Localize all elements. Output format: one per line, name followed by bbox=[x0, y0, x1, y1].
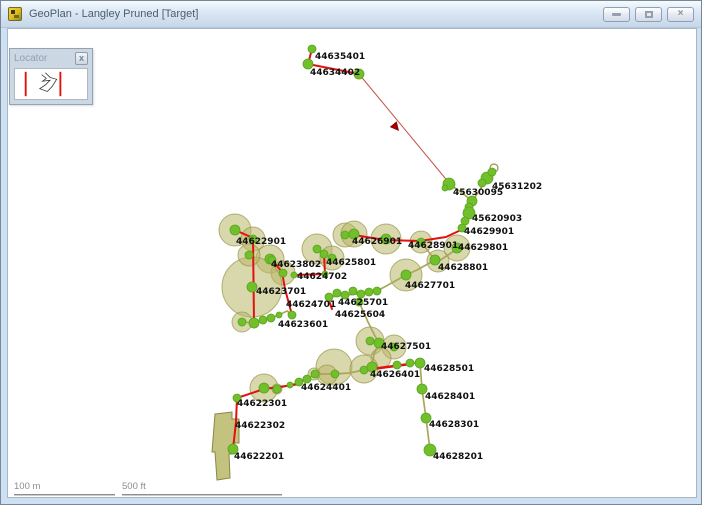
network-node[interactable] bbox=[372, 286, 382, 296]
network-node[interactable] bbox=[302, 374, 312, 384]
geoplan-window: GeoPlan - Langley Pruned [Target] × 4463… bbox=[0, 0, 702, 505]
pipe-selected[interactable] bbox=[358, 73, 451, 185]
network-node[interactable] bbox=[272, 384, 282, 394]
locator-minimap-canvas bbox=[24, 71, 62, 97]
node-label: 44626401 bbox=[370, 370, 420, 380]
network-node[interactable] bbox=[319, 249, 329, 259]
node-label: 44627701 bbox=[405, 281, 455, 291]
network-node[interactable] bbox=[266, 313, 276, 323]
flow-direction-arrow bbox=[389, 121, 399, 131]
node-label: 44622201 bbox=[234, 452, 284, 462]
node-label: 44629901 bbox=[464, 227, 514, 237]
minimize-button[interactable] bbox=[603, 6, 630, 22]
network-node[interactable] bbox=[258, 382, 270, 394]
node-label: 44628501 bbox=[424, 364, 474, 374]
node-label: 44623701 bbox=[256, 287, 306, 297]
network-node[interactable] bbox=[229, 224, 241, 236]
scalebar-imperial-bar bbox=[122, 494, 282, 496]
pipe-selected[interactable] bbox=[252, 237, 255, 324]
title-bar[interactable]: GeoPlan - Langley Pruned [Target] × bbox=[1, 1, 701, 28]
network-node[interactable] bbox=[441, 184, 449, 192]
restore-button[interactable] bbox=[635, 6, 662, 22]
network-node[interactable] bbox=[332, 288, 342, 298]
node-label: 44623802 bbox=[271, 260, 321, 270]
network-node[interactable] bbox=[287, 310, 297, 320]
network-node[interactable] bbox=[237, 317, 247, 327]
node-label: 44624701 bbox=[286, 300, 336, 310]
restore-icon bbox=[644, 10, 653, 18]
node-label: 44625801 bbox=[326, 258, 376, 268]
node-label: 45620903 bbox=[472, 214, 522, 224]
node-label: 44622901 bbox=[236, 237, 286, 247]
locator-minimap[interactable] bbox=[14, 68, 88, 100]
network-node[interactable] bbox=[312, 244, 322, 254]
network-node[interactable] bbox=[392, 360, 402, 370]
locator-panel[interactable]: Locator x bbox=[9, 48, 93, 105]
network-node[interactable] bbox=[400, 269, 412, 281]
minimize-icon bbox=[612, 12, 621, 16]
network-node[interactable] bbox=[405, 358, 415, 368]
geoplan-map-canvas[interactable]: 4463540144634402456300954563120245620903… bbox=[8, 29, 698, 499]
node-label: 44624702 bbox=[297, 272, 347, 282]
locator-title: Locator bbox=[14, 53, 48, 64]
network-node[interactable] bbox=[356, 289, 366, 299]
window-controls: × bbox=[603, 6, 694, 22]
node-label: 44628301 bbox=[429, 420, 479, 430]
network-node[interactable] bbox=[365, 336, 375, 346]
network-node[interactable] bbox=[340, 230, 350, 240]
locator-close-button[interactable]: x bbox=[75, 52, 88, 65]
scalebar-imperial-label: 500 ft bbox=[122, 481, 146, 492]
network-node[interactable] bbox=[330, 369, 340, 379]
network-node[interactable] bbox=[364, 287, 374, 297]
scalebar-metric: 100 m bbox=[14, 481, 115, 496]
map-viewport[interactable]: 44635401 44634402 45630095 45631202 45620903… bbox=[7, 28, 697, 498]
node-label: 44623601 bbox=[278, 320, 328, 330]
node-label: 44628201 bbox=[433, 452, 483, 462]
node-label: 44622302 bbox=[235, 421, 285, 431]
locator-network-sketch bbox=[38, 72, 58, 92]
node-label: 44628901 bbox=[408, 241, 458, 251]
node-label: 44628801 bbox=[438, 263, 488, 273]
network-node[interactable] bbox=[258, 315, 268, 325]
node-label: 44625604 bbox=[335, 310, 385, 320]
window-title: GeoPlan - Langley Pruned [Target] bbox=[29, 8, 199, 20]
scalebar-metric-bar bbox=[14, 494, 115, 496]
node-label: 44634402 bbox=[310, 68, 360, 78]
network-node[interactable] bbox=[310, 369, 320, 379]
node-label: 44628401 bbox=[425, 392, 475, 402]
node-label: 44629801 bbox=[458, 243, 508, 253]
locator-header[interactable]: Locator x bbox=[10, 49, 92, 68]
node-label: 44626901 bbox=[352, 237, 402, 247]
geoplan-app-icon bbox=[8, 7, 22, 21]
network-node[interactable] bbox=[477, 178, 487, 188]
node-label: 44622301 bbox=[237, 399, 287, 409]
network-node[interactable] bbox=[286, 381, 294, 389]
network-node[interactable] bbox=[348, 286, 358, 296]
network-node[interactable] bbox=[244, 250, 254, 260]
network-node[interactable] bbox=[275, 311, 283, 319]
network-node[interactable] bbox=[487, 167, 497, 177]
close-button[interactable]: × bbox=[667, 6, 694, 22]
scalebar-imperial: 500 ft bbox=[122, 481, 282, 496]
node-label: 44627501 bbox=[381, 342, 431, 352]
pipe-link[interactable] bbox=[419, 362, 431, 451]
node-label: 44625701 bbox=[338, 298, 388, 308]
network-node[interactable] bbox=[278, 268, 288, 278]
node-label: 45631202 bbox=[492, 182, 542, 192]
network-node[interactable] bbox=[248, 317, 260, 329]
scalebar-metric-label: 100 m bbox=[14, 481, 41, 492]
node-label: 44635401 bbox=[315, 52, 365, 62]
node-label: 44624401 bbox=[301, 383, 351, 393]
close-icon: × bbox=[677, 8, 684, 19]
